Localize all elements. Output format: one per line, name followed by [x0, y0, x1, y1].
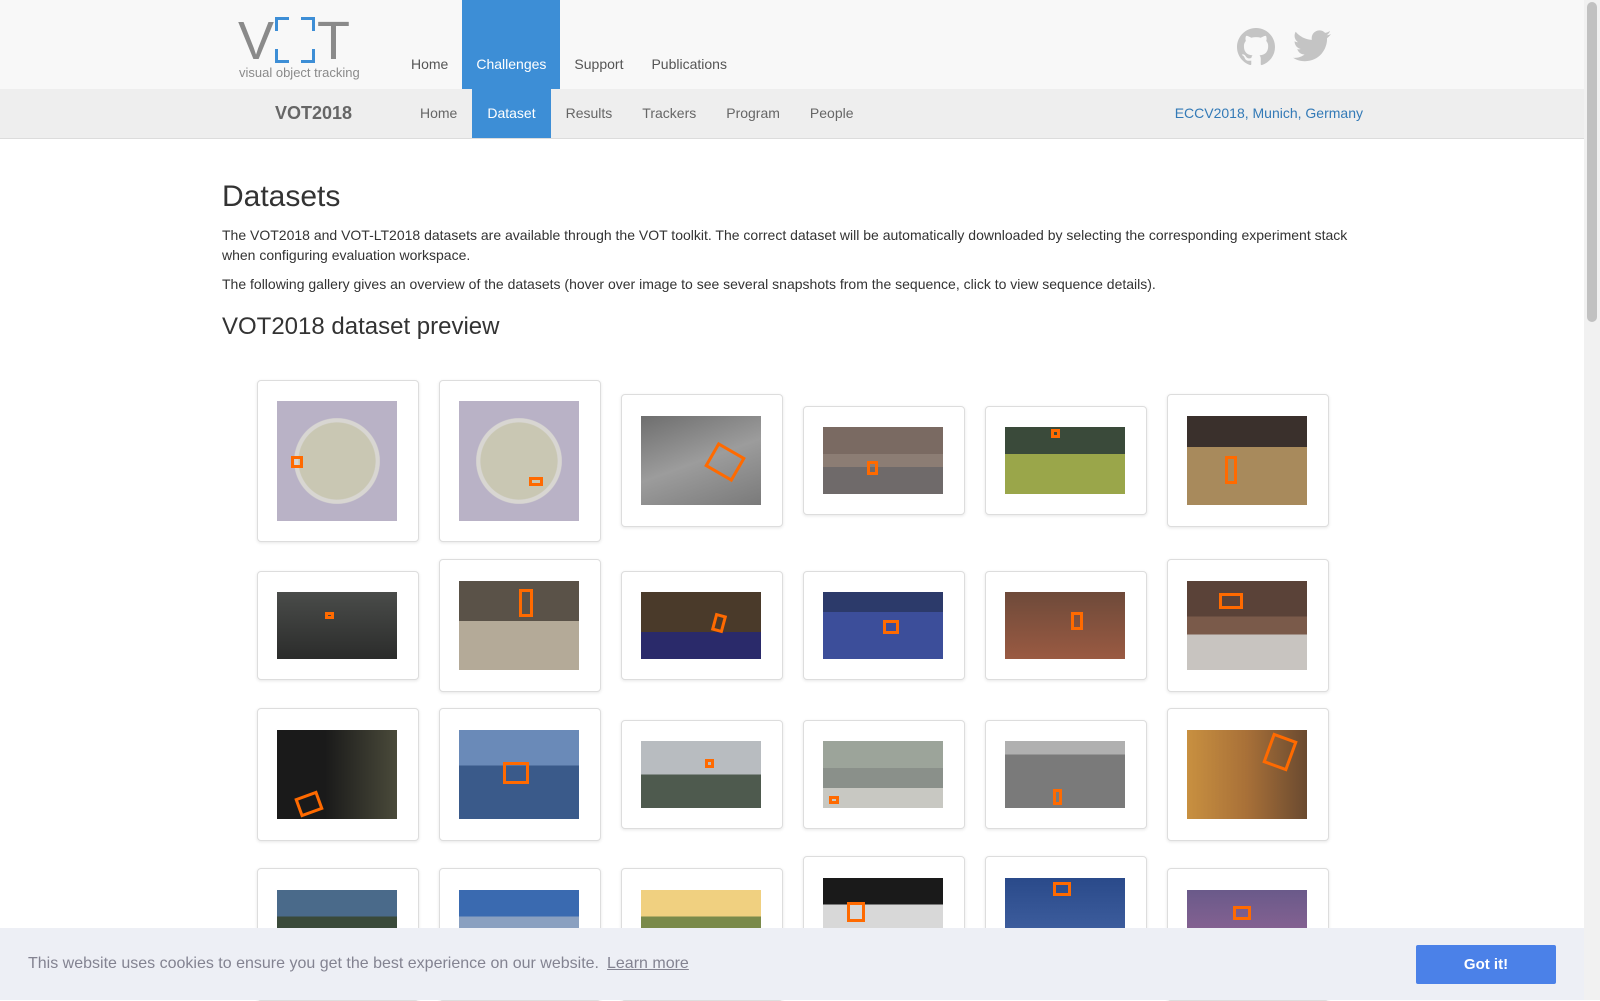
tracking-box	[883, 620, 899, 634]
sub-menu: Home Dataset Results Trackers Program Pe…	[405, 89, 869, 138]
github-icon[interactable]	[1237, 28, 1275, 66]
sequence-tile[interactable]	[985, 406, 1147, 515]
sequence-tile[interactable]	[1167, 394, 1329, 527]
learn-more-link[interactable]: Learn more	[607, 955, 689, 972]
tracking-box	[503, 762, 529, 784]
main-nav-publications[interactable]: Publications	[637, 0, 741, 89]
tracking-box	[325, 612, 334, 619]
sub-nav-trackers[interactable]: Trackers	[627, 89, 711, 138]
main-content: Datasets The VOT2018 and VOT-LT2018 data…	[222, 138, 1352, 342]
sequence-tile[interactable]	[985, 720, 1147, 829]
tracking-box	[1051, 429, 1060, 438]
cookie-message: This website uses cookies to ensure you …	[28, 955, 599, 972]
cookie-message-row: This website uses cookies to ensure you …	[28, 928, 689, 1000]
preview-title: VOT2018 dataset preview	[222, 313, 500, 340]
page-title: Datasets	[222, 180, 341, 213]
cookie-accept-button[interactable]: Got it!	[1416, 945, 1556, 984]
tracking-box	[529, 477, 543, 486]
sequence-thumbnail	[1187, 730, 1307, 819]
main-nav-home[interactable]: Home	[397, 0, 462, 89]
tracking-box	[1262, 732, 1298, 772]
sequence-thumbnail	[641, 416, 761, 505]
sequence-thumbnail	[641, 741, 761, 808]
page-scrollbar[interactable]	[1584, 0, 1600, 1000]
scrollbar-thumb[interactable]	[1587, 2, 1597, 322]
tracking-box	[705, 759, 714, 768]
tracking-box	[291, 456, 303, 468]
sequence-thumbnail	[823, 741, 943, 808]
sequence-thumbnail	[1187, 416, 1307, 505]
intro-paragraph: The VOT2018 and VOT-LT2018 datasets are …	[222, 227, 1348, 263]
logo-wordmark: VT	[238, 11, 350, 71]
tracking-box	[519, 589, 533, 617]
tracking-box	[1219, 593, 1243, 609]
main-nav-challenges[interactable]: Challenges	[462, 0, 561, 89]
sequence-tile[interactable]	[439, 380, 601, 542]
sub-brand[interactable]: VOT2018	[275, 89, 352, 138]
tracking-box	[1053, 789, 1062, 805]
sequence-tile[interactable]	[985, 571, 1147, 680]
sequence-thumbnail	[1005, 592, 1125, 659]
sequence-tile[interactable]	[803, 406, 965, 515]
sequence-tile[interactable]	[257, 571, 419, 680]
sequence-thumbnail	[1005, 741, 1125, 808]
sequence-thumbnail	[277, 401, 397, 521]
sequence-tile[interactable]	[257, 708, 419, 841]
sequence-tile[interactable]	[439, 559, 601, 692]
sequence-thumbnail	[459, 730, 579, 819]
sequence-thumbnail	[459, 401, 579, 521]
sub-nav-results[interactable]: Results	[551, 89, 628, 138]
twitter-icon[interactable]	[1293, 28, 1331, 64]
sequence-thumbnail	[277, 592, 397, 659]
tracking-box	[867, 461, 878, 475]
tracking-box	[294, 790, 324, 818]
sequence-tile[interactable]	[1167, 559, 1329, 692]
sequence-tile[interactable]	[621, 720, 783, 829]
sub-nav-people[interactable]: People	[795, 89, 869, 138]
tracking-box	[1071, 612, 1083, 630]
gallery-description: The following gallery gives an overview …	[222, 276, 1156, 292]
sequence-thumbnail	[641, 592, 761, 659]
tracking-box	[847, 902, 865, 922]
sequence-thumbnail	[459, 581, 579, 670]
sub-navbar: VOT2018 Home Dataset Results Trackers Pr…	[0, 89, 1584, 139]
sequence-thumbnail	[277, 730, 397, 819]
main-menu: Home Challenges Support Publications	[397, 0, 741, 89]
tracking-box	[1225, 456, 1237, 484]
logo-o-glyph	[275, 17, 316, 63]
sub-nav-home[interactable]: Home	[405, 89, 472, 138]
sequence-thumbnail	[1187, 581, 1307, 670]
sub-nav-dataset[interactable]: Dataset	[472, 89, 551, 138]
main-nav-support[interactable]: Support	[560, 0, 637, 89]
tracking-box	[1053, 882, 1071, 896]
sequence-tile[interactable]	[803, 720, 965, 829]
venue-link[interactable]: ECCV2018, Munich, Germany	[1175, 89, 1363, 138]
sequence-tile[interactable]	[257, 380, 419, 542]
cookie-banner: This website uses cookies to ensure you …	[0, 928, 1584, 1000]
top-navbar: VT visual object tracking Home Challenge…	[0, 0, 1584, 90]
logo-tagline: visual object tracking	[239, 65, 360, 80]
sequence-tile[interactable]	[621, 571, 783, 680]
sequence-thumbnail	[1005, 427, 1125, 494]
sequence-thumbnail	[823, 427, 943, 494]
sequence-tile[interactable]	[439, 708, 601, 841]
sub-nav-program[interactable]: Program	[711, 89, 795, 138]
tracking-box	[704, 441, 746, 483]
sequence-tile[interactable]	[621, 394, 783, 527]
sequence-thumbnail	[823, 592, 943, 659]
tracking-box	[710, 612, 728, 634]
vot-logo[interactable]: VT visual object tracking	[238, 14, 368, 84]
sequence-tile[interactable]	[803, 571, 965, 680]
tracking-box	[829, 796, 839, 804]
sequence-tile[interactable]	[1167, 708, 1329, 841]
tracking-box	[1233, 906, 1251, 920]
